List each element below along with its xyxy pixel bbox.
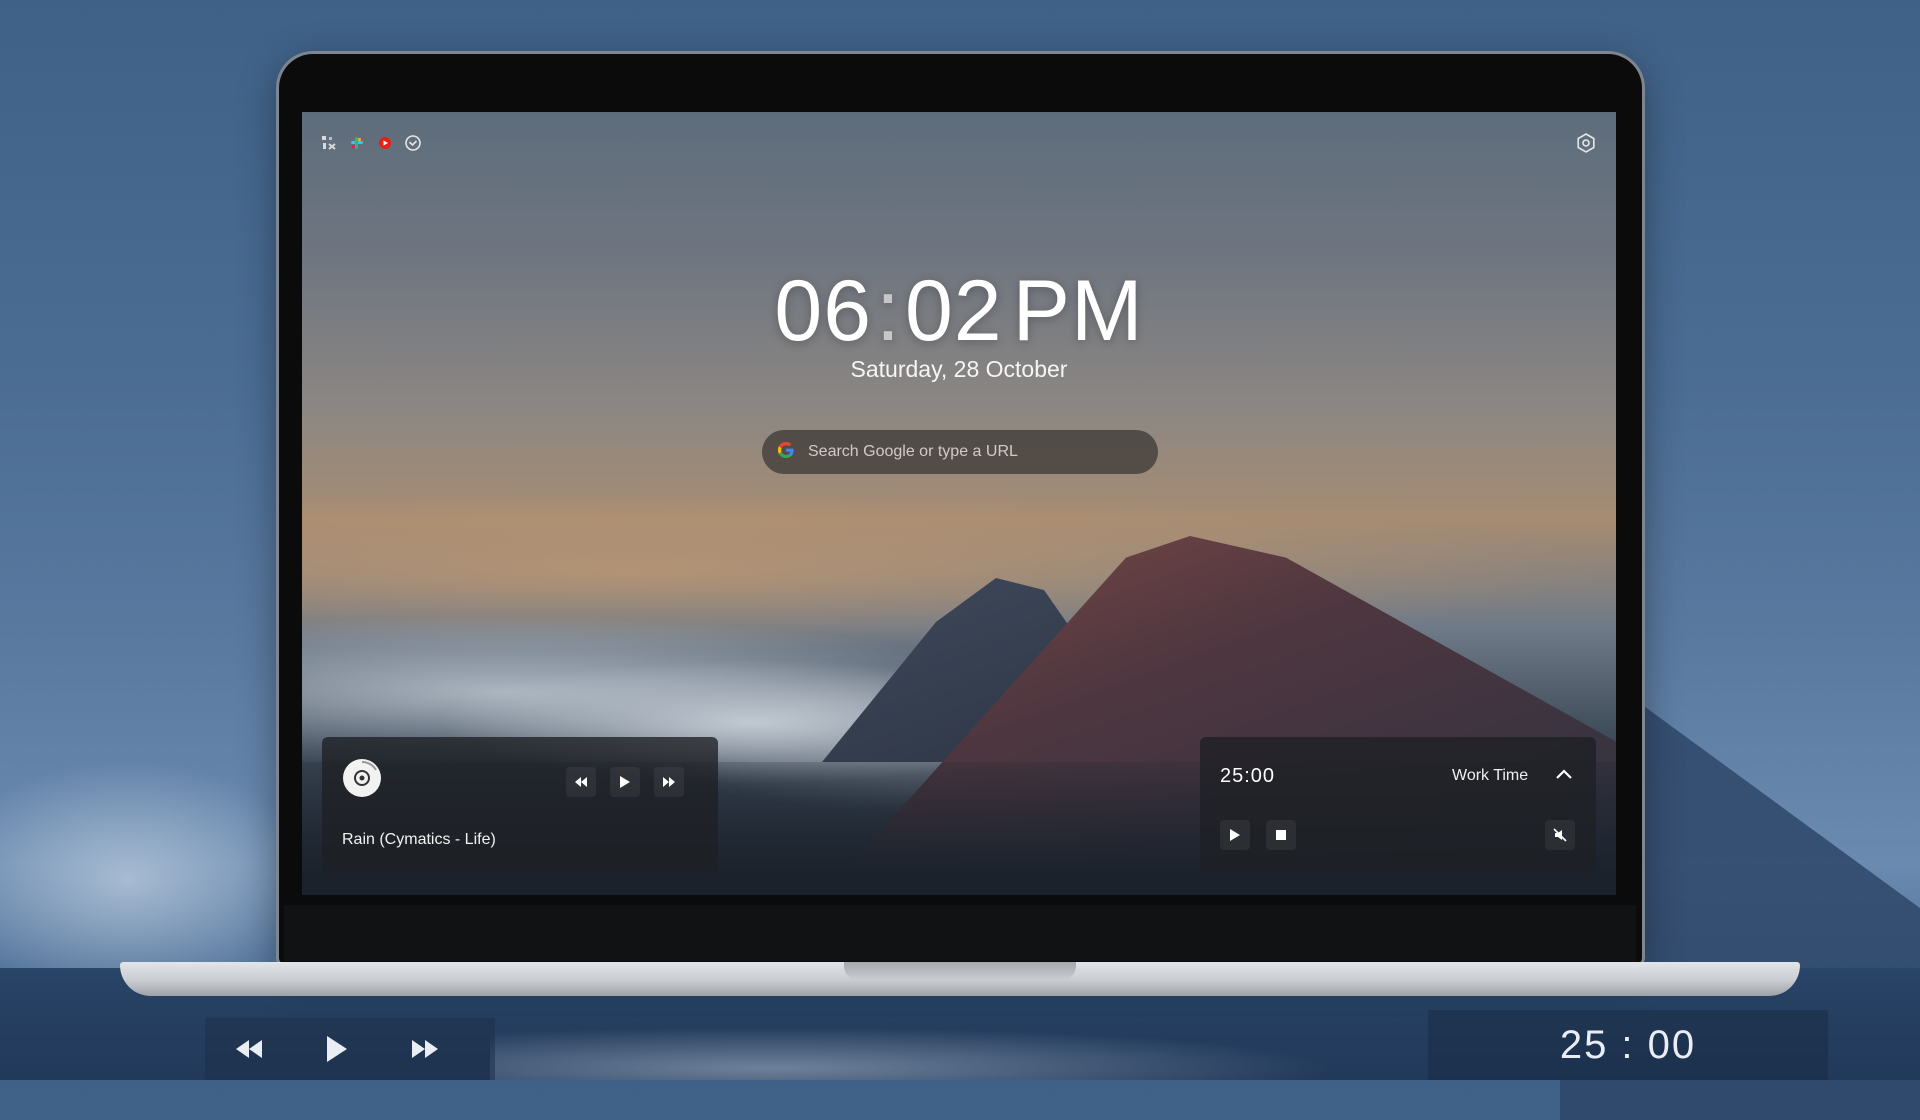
gear-icon[interactable] <box>1575 132 1597 154</box>
clock-separator: : <box>876 263 901 359</box>
timer-display: 25:00 <box>1220 765 1276 787</box>
slack-icon[interactable] <box>348 134 366 152</box>
chevron-up-icon[interactable] <box>1555 767 1575 785</box>
disc-icon <box>342 758 382 798</box>
play-button[interactable] <box>610 767 640 797</box>
search-input[interactable] <box>806 442 1110 462</box>
fast-forward-button[interactable] <box>654 767 684 797</box>
rewind-button[interactable] <box>566 767 596 797</box>
mode-label[interactable]: Work Time <box>1452 767 1528 785</box>
date-label: Saturday, 28 October <box>850 356 1068 382</box>
timer-play-button[interactable] <box>1220 820 1250 850</box>
overlay-play-button[interactable] <box>293 1018 381 1080</box>
mute-icon[interactable] <box>1545 820 1575 850</box>
laptop-screen: 06:02PM Saturday, 28 October Rain (Cymat… <box>302 112 1616 895</box>
timer-stop-button[interactable] <box>1266 820 1296 850</box>
track-title: Rain (Cymatics - Life) <box>342 831 496 848</box>
search-bar[interactable] <box>762 430 1158 474</box>
grid-icon[interactable] <box>320 134 338 152</box>
pomodoro-timer: 25:00 Work Time <box>1200 737 1596 871</box>
check-circle-icon[interactable] <box>404 134 422 152</box>
clock-ampm: PM <box>1012 263 1144 359</box>
google-icon <box>776 440 796 465</box>
clock: 06:02 PM <box>302 262 1616 361</box>
clock-hours: 06 <box>774 263 873 359</box>
background-bottom-clouds <box>490 1020 1430 1080</box>
music-player: Rain (Cymatics - Life) <box>322 737 718 871</box>
laptop-chin <box>284 905 1636 961</box>
clock-minutes: 02 <box>904 263 1003 359</box>
overlay-timer: 25 : 00 <box>1428 1010 1828 1080</box>
overlay-rewind-button[interactable] <box>205 1018 293 1080</box>
youtube-icon[interactable] <box>376 134 394 152</box>
quick-links <box>320 134 422 152</box>
overlay-controls <box>205 1018 495 1080</box>
overlay-fast-forward-button[interactable] <box>381 1018 469 1080</box>
laptop-notch <box>844 962 1076 980</box>
